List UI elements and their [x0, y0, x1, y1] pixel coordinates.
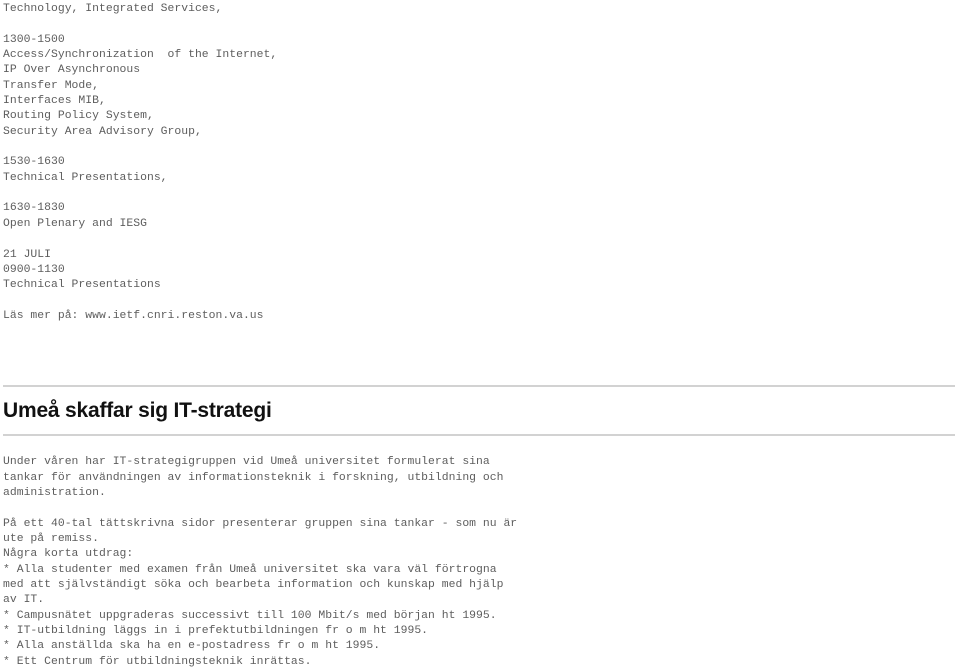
article-headline: Umeå skaffar sig IT-strategi	[3, 399, 272, 423]
headline-block: Umeå skaffar sig IT-strategi	[0, 387, 960, 434]
article-body-text: Under våren har IT-strategigruppen vid U…	[3, 456, 518, 668]
conference-schedule-listing: Technology, Integrated Services, 1300-15…	[3, 3, 278, 322]
document-page: Technology, Integrated Services, 1300-15…	[0, 0, 960, 668]
